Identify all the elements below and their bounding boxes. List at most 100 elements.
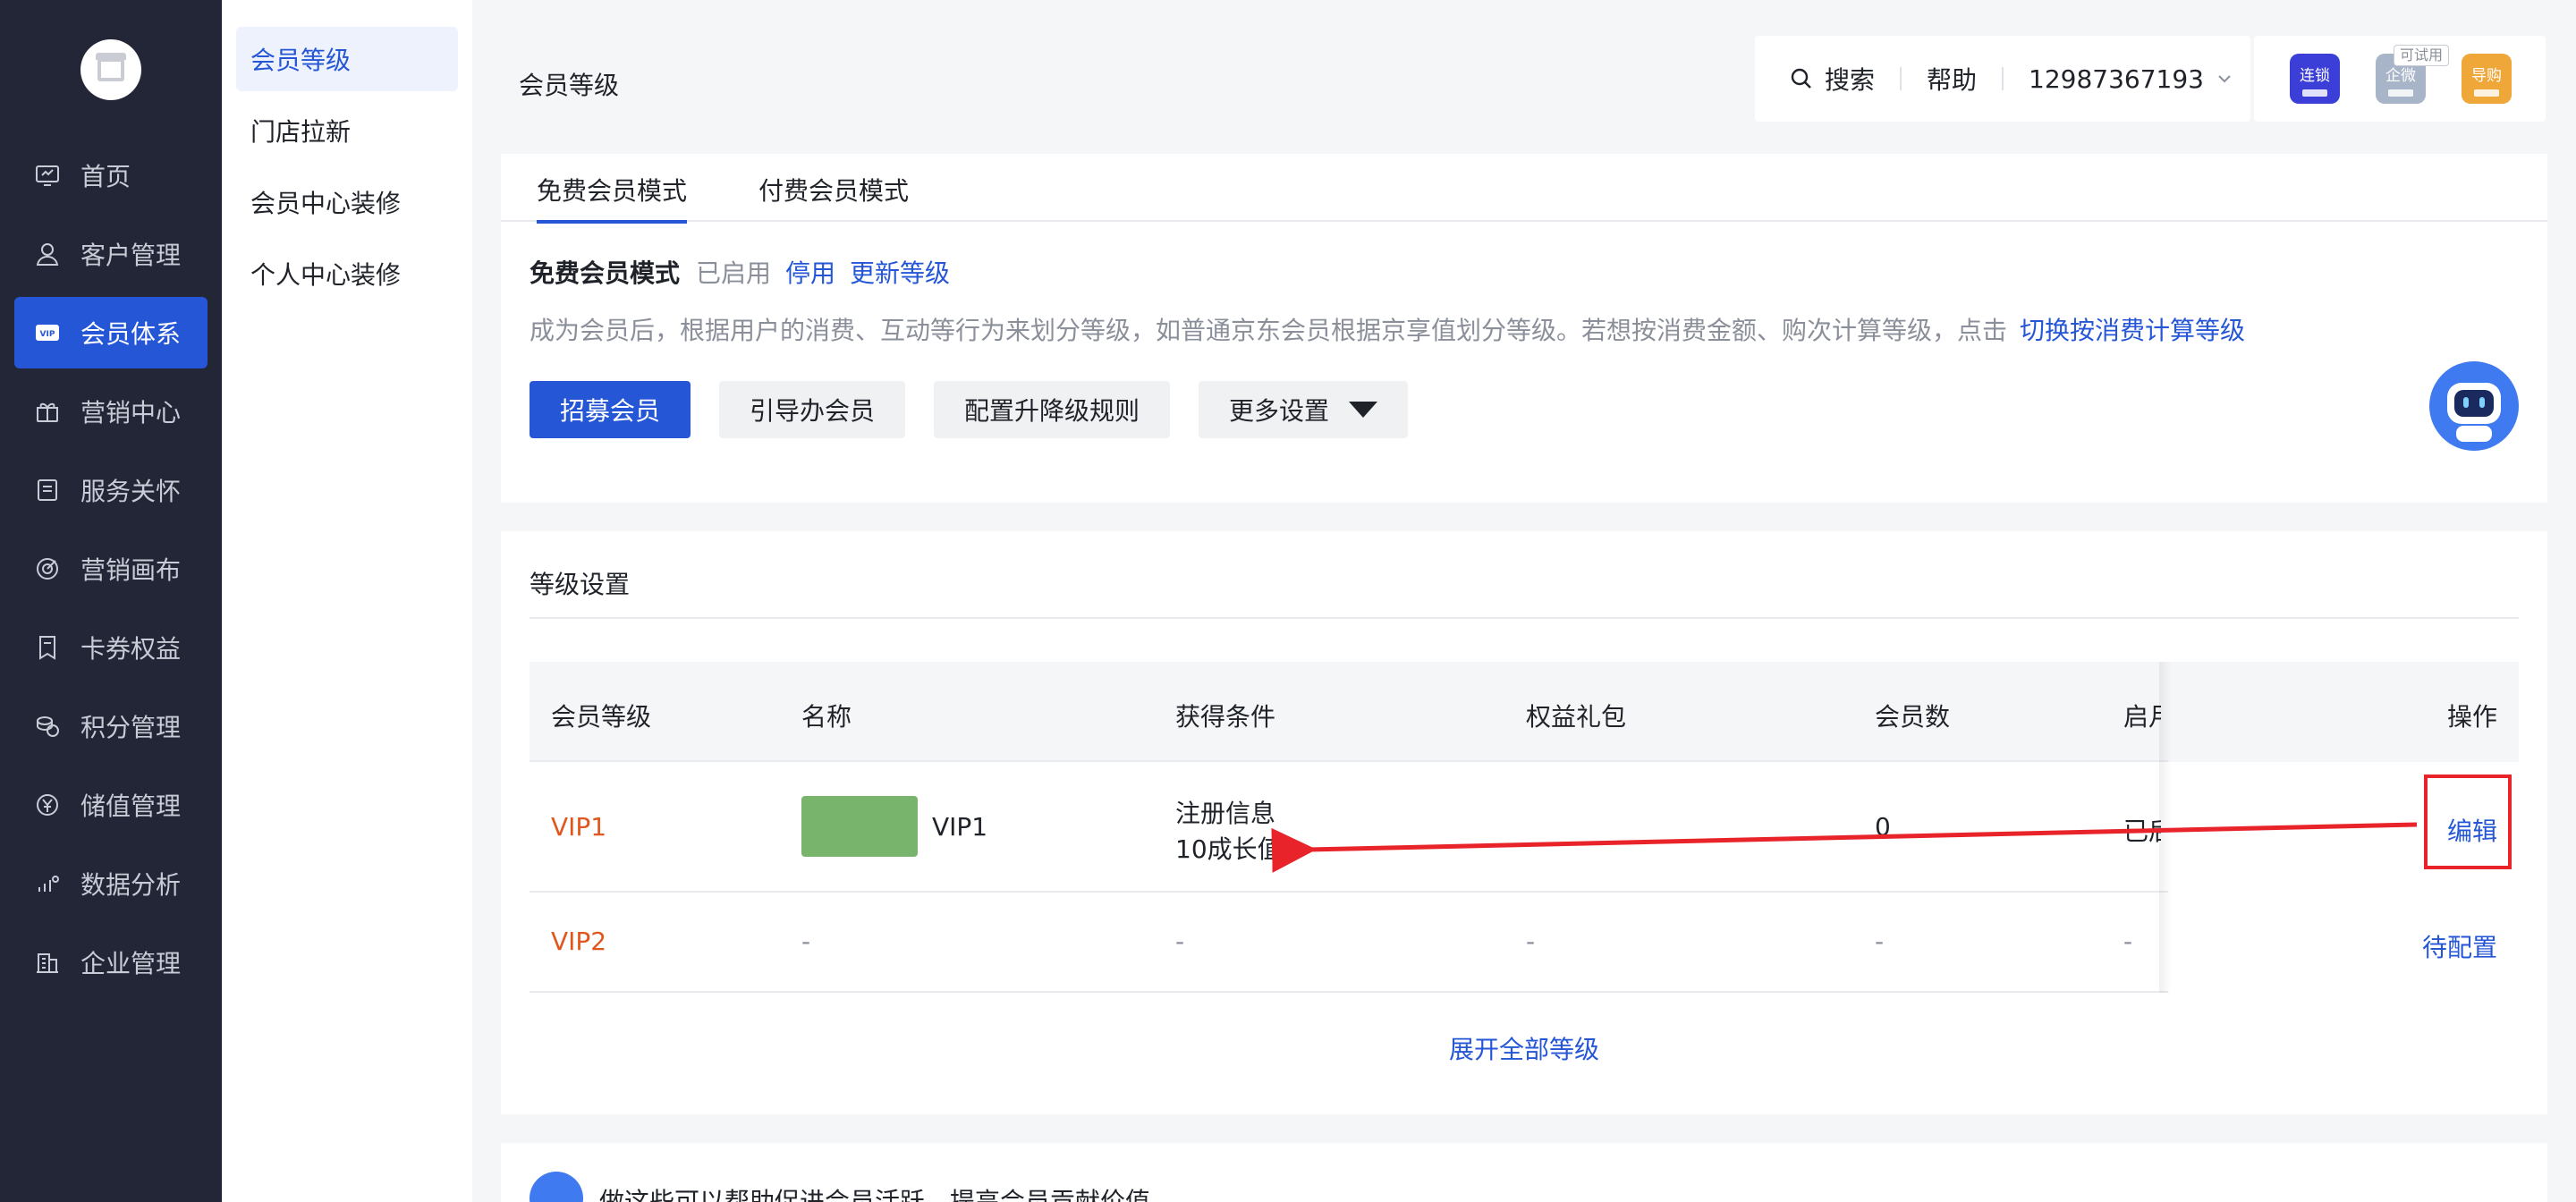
- nav-item-marketing[interactable]: 营销中心: [14, 376, 208, 447]
- app-label: 导购: [2471, 67, 2502, 85]
- nav-item-label: 企业管理: [80, 949, 182, 978]
- update-level-link[interactable]: 更新等级: [850, 254, 950, 290]
- search-label: 搜索: [1825, 65, 1876, 95]
- enabled-status: 已后: [2123, 817, 2161, 846]
- nav-item-label: 营销中心: [80, 398, 182, 427]
- nav-item-stored-value[interactable]: 储值管理: [14, 769, 208, 841]
- column-header: 会员等级: [551, 702, 652, 732]
- disable-link[interactable]: 停用: [785, 254, 835, 290]
- mode-description: 成为会员后，根据用户的消费、互动等行为来划分等级，如普通京东会员根据京享值划分等…: [530, 311, 2245, 347]
- robot-face-icon: [2431, 363, 2517, 449]
- description-text: 成为会员后，根据用户的消费、互动等行为来划分等级，如普通京东会员根据京享值划分等…: [530, 316, 2008, 345]
- nav-item-points[interactable]: 积分管理: [14, 690, 208, 762]
- level-name: VIP1: [551, 812, 607, 842]
- tips-card: 做这些可以帮助促进会员活跃，提高会员贡献价值: [501, 1143, 2547, 1202]
- care-icon: [32, 475, 63, 505]
- yen-icon: [32, 790, 63, 820]
- app-label: 连锁: [2300, 67, 2330, 85]
- condition-line-1: -: [1175, 927, 1185, 956]
- trial-badge: 可试用: [2394, 45, 2450, 66]
- sub-menu: 会员等级 门店拉新 会员中心装修 个人中心装修: [222, 0, 472, 1202]
- mode-status-line: 免费会员模式 已启用 停用 更新等级: [530, 254, 950, 290]
- help-link[interactable]: 帮助: [1927, 61, 1977, 97]
- nav-item-home[interactable]: 首页: [14, 140, 208, 211]
- search-button[interactable]: 搜索: [1789, 61, 1875, 97]
- condition-line-1: 注册信息: [1175, 799, 1276, 828]
- nav-item-analytics[interactable]: 数据分析: [14, 848, 208, 919]
- guide-member-button[interactable]: 引导办会员: [719, 381, 906, 438]
- divider: [2002, 67, 2004, 90]
- switch-calc-link[interactable]: 切换按消费计算等级: [2020, 316, 2245, 345]
- column-header: 权益礼包: [1526, 702, 1627, 732]
- level-display-name: VIP1: [932, 812, 988, 842]
- column-header: 启月: [2123, 702, 2161, 732]
- enabled-status: -: [2123, 927, 2133, 956]
- nav-item-care[interactable]: 服务关怀: [14, 454, 208, 526]
- vip-icon: VIP: [32, 317, 63, 348]
- store-icon: [2302, 89, 2327, 97]
- submenu-member-level[interactable]: 会员等级: [236, 27, 458, 91]
- dashboard-icon: [32, 160, 63, 190]
- submenu-personal-center-decor[interactable]: 个人中心装修: [236, 241, 458, 306]
- member-count: 0: [1875, 812, 1891, 842]
- condition-line-2: 10成长值: [1175, 834, 1283, 864]
- nav-item-label: 储值管理: [80, 791, 182, 821]
- shop-icon: [96, 53, 126, 81]
- recruit-member-button[interactable]: 招募会员: [530, 381, 691, 438]
- chart-icon: [32, 868, 63, 899]
- config-rules-button[interactable]: 配置升降级规则: [934, 381, 1171, 438]
- action-header-cell: 操作: [2168, 662, 2519, 762]
- search-icon: [1791, 68, 1811, 89]
- nav-item-customers[interactable]: 客户管理: [14, 218, 208, 290]
- nav-item-label: 首页: [80, 162, 131, 191]
- mode-tabs: 免费会员模式 付费会员模式: [501, 154, 2547, 224]
- building-icon: [32, 947, 63, 978]
- action-cell: 待配置: [2168, 896, 2519, 995]
- expand-all-levels-link[interactable]: 展开全部等级: [530, 1030, 2519, 1066]
- column-header: 名称: [801, 702, 852, 732]
- user-icon: [32, 239, 63, 269]
- tab-free-membership[interactable]: 免费会员模式: [537, 172, 688, 224]
- nav-item-coupons[interactable]: 卡券权益: [14, 612, 208, 683]
- submenu-store-acquisition[interactable]: 门店拉新: [236, 98, 458, 163]
- account-phone: 12987367193: [2029, 63, 2204, 94]
- section-title: 等级设置: [530, 570, 631, 599]
- member-count: -: [1875, 927, 1885, 956]
- assistant-robot-icon[interactable]: [2429, 361, 2519, 451]
- nav-item-canvas[interactable]: 营销画布: [14, 533, 208, 605]
- level-settings-card: 等级设置 会员等级 名称 获得条件 权益礼包 会员数 启月 VIP1 VIP1 …: [501, 531, 2547, 1114]
- nav-item-enterprise[interactable]: 企业管理: [14, 927, 208, 998]
- divider: [530, 617, 2519, 619]
- nav-item-label: 客户管理: [80, 241, 182, 270]
- column-header: 会员数: [1875, 702, 1951, 732]
- tab-paid-membership[interactable]: 付费会员模式: [758, 172, 909, 222]
- configure-link[interactable]: 待配置: [2422, 928, 2497, 964]
- app-chain[interactable]: 连锁: [2290, 54, 2340, 104]
- nav-item-label: 数据分析: [80, 870, 182, 900]
- nav-item-label: 营销画布: [80, 555, 182, 585]
- svg-text:VIP: VIP: [40, 330, 55, 339]
- submenu-member-center-decor[interactable]: 会员中心装修: [236, 170, 458, 234]
- level-name: VIP2: [551, 927, 607, 956]
- account-menu[interactable]: 12987367193: [2029, 64, 2234, 94]
- column-header: 获得条件: [1175, 702, 1276, 732]
- more-settings-label: 更多设置: [1229, 396, 1330, 426]
- level-card-swatch: [801, 796, 918, 857]
- guide-icon: [2474, 89, 2499, 97]
- app-shopping-guide[interactable]: 导购: [2462, 54, 2512, 104]
- shop-logo[interactable]: [80, 39, 141, 100]
- tips-text: 做这些可以帮助促进会员活跃，提高会员贡献价值: [599, 1187, 1151, 1202]
- membership-mode-card: 免费会员模式 付费会员模式 免费会员模式 已启用 停用 更新等级 成为会员后，根…: [501, 154, 2547, 503]
- caret-down-icon: [1349, 402, 1378, 418]
- nav-list: 首页 客户管理 VIP 会员体系 营销中心 服务关怀 营销画布 卡券权益 积分管: [14, 140, 208, 1005]
- annotation-highlight-box: [2424, 775, 2512, 869]
- header-toolbar: 搜索 帮助 12987367193: [1755, 36, 2250, 122]
- more-settings-button[interactable]: 更多设置: [1199, 381, 1409, 438]
- action-buttons: 招募会员 引导办会员 配置升降级规则 更多设置: [530, 381, 1436, 438]
- gift-pack: -: [1526, 927, 1536, 956]
- nav-item-label: 会员体系: [80, 319, 182, 349]
- level-display-name: -: [801, 927, 811, 956]
- page-title: 会员等级: [519, 71, 620, 100]
- nav-item-membership[interactable]: VIP 会员体系: [14, 297, 208, 368]
- points-icon: [32, 711, 63, 741]
